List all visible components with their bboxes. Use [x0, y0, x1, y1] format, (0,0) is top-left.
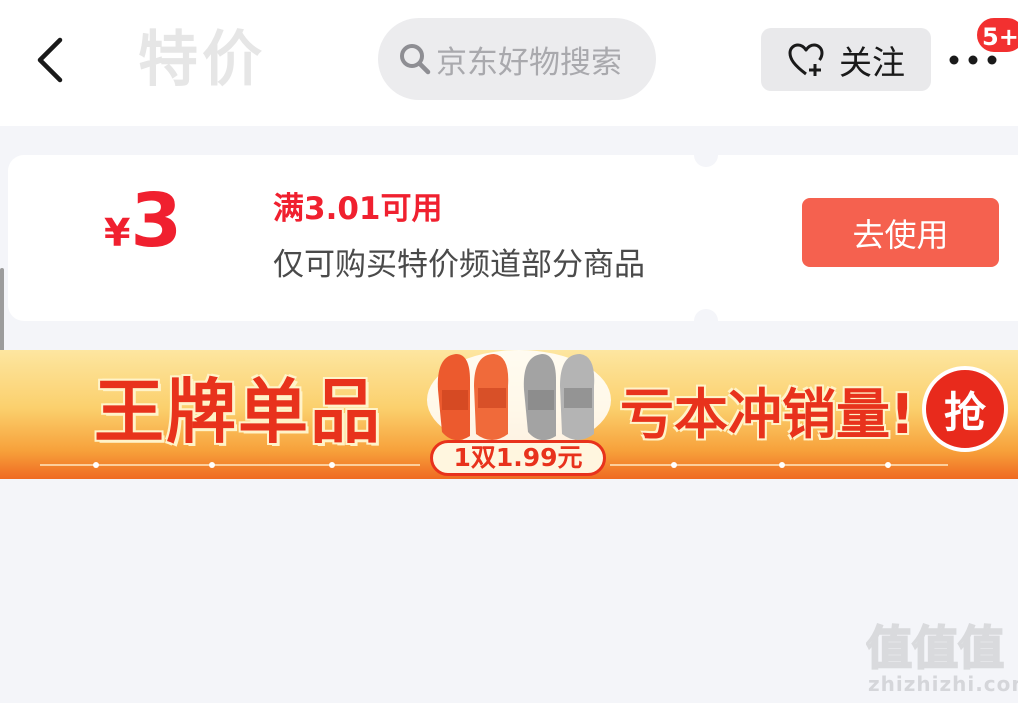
watermark-logo-text: 值值值 — [866, 621, 1004, 672]
coupon-notch-bottom — [694, 309, 718, 333]
notification-badge: 5+ — [975, 16, 1018, 54]
banner-headline-right: 亏本冲销量! — [620, 383, 915, 446]
coupon-condition: 满3.01可用 — [273, 191, 443, 227]
price-tag: 1双1.99元 — [430, 440, 606, 476]
coupon-card: ¥ 3 满3.01可用 仅可购买特价频道部分商品 去使用 — [8, 143, 1018, 333]
heart-plus-icon — [788, 43, 824, 76]
coupon-amount: ¥ 3 — [104, 181, 182, 261]
currency-symbol: ¥ — [104, 211, 131, 255]
back-button[interactable] — [28, 30, 78, 90]
search-icon — [400, 44, 431, 75]
banner-headline-left: 王牌单品 — [94, 371, 382, 453]
top-bar: 特价 京东好物搜索 关注 5+ — [0, 0, 1018, 126]
banner-dot-line — [40, 462, 948, 468]
slippers-image — [427, 350, 611, 450]
coupon-notch-top — [694, 143, 718, 167]
page-title: 特价 — [138, 25, 266, 95]
search-placeholder: 京东好物搜索 — [436, 44, 622, 81]
follow-button[interactable]: 关注 — [761, 28, 931, 91]
search-box[interactable]: 京东好物搜索 — [378, 18, 656, 100]
coupon-value: 3 — [130, 178, 182, 264]
coupon-description: 仅可购买特价频道部分商品 — [273, 247, 645, 283]
grab-button[interactable]: 抢 — [922, 366, 1008, 452]
promo-banner[interactable]: 王牌单品 1双1.99元 亏本冲销量! 抢 — [0, 350, 1018, 479]
watermark-site: zhizhizhi.com — [868, 672, 1018, 696]
use-coupon-button[interactable]: 去使用 — [802, 198, 999, 267]
watermark-logo: 值值值 — [866, 620, 1005, 672]
follow-label: 关注 — [839, 42, 905, 82]
back-arrow-icon — [37, 37, 63, 83]
